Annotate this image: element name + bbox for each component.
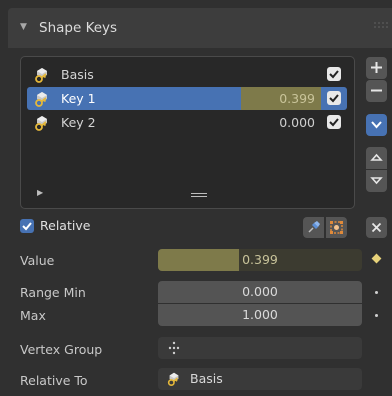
max-field[interactable]: 1.000 <box>158 304 362 326</box>
chevron-down-icon <box>371 121 382 129</box>
value-label: Value <box>20 253 55 268</box>
max-value: 1.000 <box>242 307 278 322</box>
relative-label: Relative <box>40 218 91 233</box>
list-item-active[interactable]: Key 1 0.399 <box>27 87 347 110</box>
relative-to-value: Basis <box>190 371 223 386</box>
edit-mode-icon <box>330 221 343 234</box>
value-slider[interactable]: 0.399 <box>158 249 362 271</box>
panel-header[interactable]: ▼ Shape Keys <box>8 8 392 48</box>
relative-to-field[interactable]: Basis <box>158 368 362 390</box>
checkmark-icon <box>329 94 339 103</box>
range-min-label: Range Min <box>20 285 86 300</box>
keyframe-diamond-icon[interactable] <box>371 253 382 264</box>
relative-to-label: Relative To <box>20 373 88 388</box>
move-up-button[interactable] <box>366 147 387 169</box>
max-label: Max <box>20 308 46 323</box>
checkmark-icon <box>22 222 32 231</box>
pin-icon <box>308 221 320 233</box>
list-item[interactable]: Key 2 0.000 <box>27 111 347 134</box>
range-min-value: 0.000 <box>242 284 278 299</box>
move-down-button[interactable] <box>366 170 387 192</box>
checkmark-icon <box>329 118 339 127</box>
minus-icon <box>371 89 382 92</box>
checkmark-icon <box>329 70 339 79</box>
plus-icon <box>371 62 382 73</box>
value-slider-text: 0.399 <box>242 252 278 267</box>
relative-checkbox[interactable] <box>20 219 34 233</box>
shape-key-specials-menu-button[interactable] <box>366 114 387 136</box>
shape-key-icon <box>35 116 47 131</box>
animate-dot-icon[interactable] <box>375 291 378 294</box>
shape-key-enabled-checkbox[interactable] <box>327 115 341 129</box>
x-icon <box>371 222 382 233</box>
range-min-field[interactable]: 0.000 <box>158 281 362 303</box>
shape-key-enabled-checkbox[interactable] <box>327 67 341 81</box>
vertex-group-icon <box>168 341 180 355</box>
remove-shape-key-button[interactable] <box>366 80 387 102</box>
shape-key-name: Basis <box>61 67 94 82</box>
drag-grip-icon[interactable] <box>374 22 388 30</box>
shape-key-list[interactable]: Basis Key 1 0.399 Key 2 0.000 ▶ <box>20 56 355 209</box>
add-shape-key-button[interactable] <box>366 57 387 79</box>
vertex-group-field[interactable] <box>158 337 362 359</box>
panel-title: Shape Keys <box>39 20 118 36</box>
shape-key-icon <box>35 92 47 107</box>
triangle-down-icon <box>370 177 383 185</box>
shape-key-edit-mode-button[interactable] <box>326 217 347 238</box>
shape-key-icon <box>35 68 47 83</box>
shape-key-lock-button[interactable] <box>303 217 324 238</box>
shape-key-value <box>241 63 321 86</box>
vertex-group-label: Vertex Group <box>20 342 103 357</box>
shape-key-name: Key 1 <box>61 91 96 106</box>
shape-key-enabled-checkbox[interactable] <box>327 91 341 105</box>
animate-dot-icon[interactable] <box>375 314 378 317</box>
list-item[interactable]: Basis <box>27 63 347 86</box>
collapse-arrow-icon[interactable]: ▼ <box>20 22 27 32</box>
shape-keys-panel: ▼ Shape Keys Basis Key 1 0.399 Key 2 0.0… <box>0 0 392 396</box>
triangle-up-icon <box>370 153 383 161</box>
list-resize-handle[interactable] <box>191 193 207 199</box>
shape-key-icon <box>167 372 179 387</box>
clear-shape-keys-button[interactable] <box>366 217 387 238</box>
filter-options-toggle-icon[interactable]: ▶ <box>37 188 43 197</box>
shape-key-value[interactable]: 0.399 <box>241 87 321 110</box>
shape-key-name: Key 2 <box>61 115 96 130</box>
shape-key-value[interactable]: 0.000 <box>241 111 321 134</box>
value-slider-fill <box>158 249 240 271</box>
